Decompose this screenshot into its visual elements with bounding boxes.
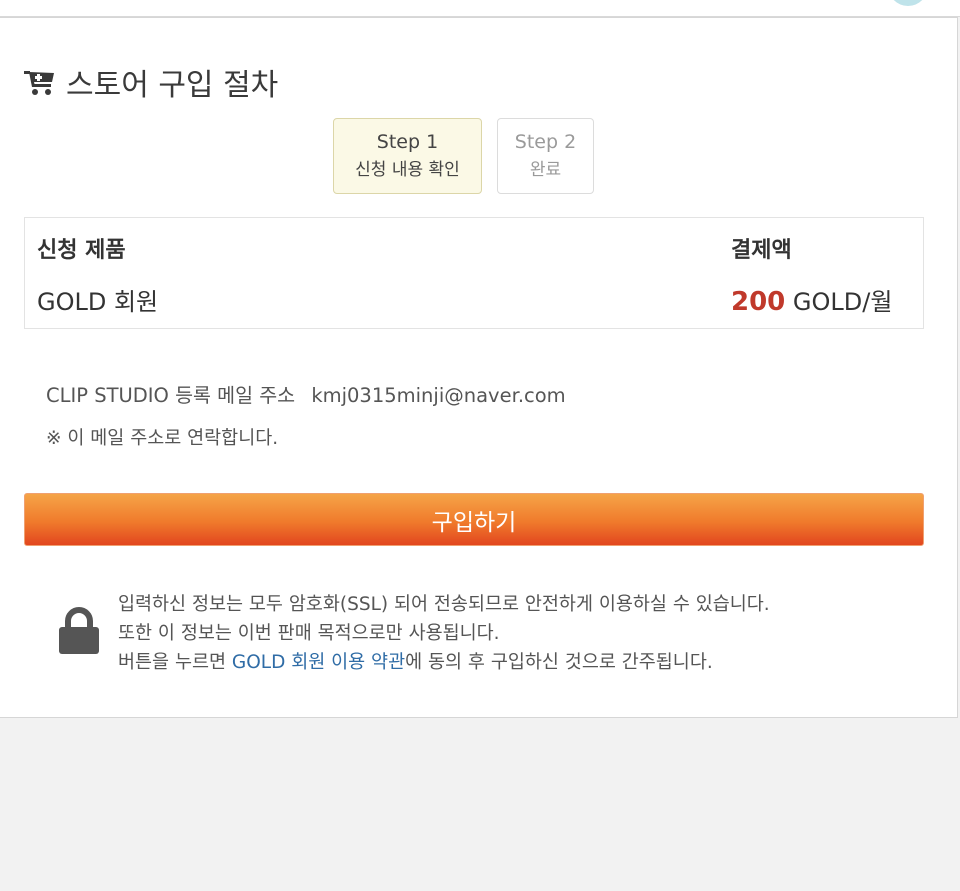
step-2: Step 2 완료 bbox=[497, 118, 594, 194]
avatar[interactable] bbox=[888, 0, 928, 6]
step-2-sub: 완료 bbox=[529, 160, 562, 180]
step-1-label: Step 1 bbox=[376, 131, 439, 153]
security-line-1: 입력하신 정보는 모두 암호화(SSL) 되어 전송되므로 안전하게 이용하실 … bbox=[118, 594, 770, 615]
email-value: kmj0315minji@naver.com bbox=[311, 384, 566, 407]
step-indicator: Step 1 신청 내용 확인 Step 2 완료 bbox=[333, 118, 594, 194]
amount-number: 200 bbox=[731, 287, 786, 317]
email-label: CLIP STUDIO 등록 메일 주소 bbox=[46, 384, 296, 407]
purchase-button[interactable]: 구입하기 bbox=[24, 493, 924, 546]
amount-header: 결제액 bbox=[731, 238, 792, 263]
security-line-3-suffix: 에 동의 후 구입하신 것으로 간주됩니다. bbox=[405, 652, 713, 673]
security-notice: 입력하신 정보는 모두 암호화(SSL) 되어 전송되므로 안전하게 이용하실 … bbox=[118, 590, 770, 677]
step-1-sub: 신청 내용 확인 bbox=[355, 160, 460, 180]
lock-icon bbox=[59, 606, 99, 654]
product-name: GOLD 회원 bbox=[37, 288, 159, 316]
security-line-3-prefix: 버튼을 누르면 bbox=[118, 652, 232, 673]
email-notice: ※ 이 메일 주소로 연락합니다. bbox=[46, 428, 279, 449]
top-header-strip bbox=[0, 0, 960, 17]
security-line-3: 버튼을 누르면 GOLD 회원 이용 약관에 동의 후 구입하신 것으로 간주됩… bbox=[118, 648, 770, 677]
security-line-2: 또한 이 정보는 이번 판매 목적으로만 사용됩니다. bbox=[118, 623, 500, 644]
terms-link[interactable]: GOLD 회원 이용 약관 bbox=[232, 652, 405, 673]
email-row: CLIP STUDIO 등록 메일 주소 kmj0315minji@naver.… bbox=[46, 379, 566, 408]
amount-unit: GOLD/월 bbox=[792, 288, 893, 316]
amount-value: 200 GOLD/월 bbox=[731, 282, 892, 317]
page-title: 스토어 구입 절차 bbox=[24, 62, 279, 103]
step-2-label: Step 2 bbox=[514, 131, 577, 153]
product-header: 신청 제품 bbox=[37, 238, 126, 263]
order-summary: 신청 제품 결제액 GOLD 회원 200 GOLD/월 bbox=[24, 217, 924, 329]
page-title-text: 스토어 구입 절차 bbox=[66, 68, 279, 103]
step-1: Step 1 신청 내용 확인 bbox=[333, 118, 482, 194]
cart-add-icon bbox=[24, 67, 56, 97]
